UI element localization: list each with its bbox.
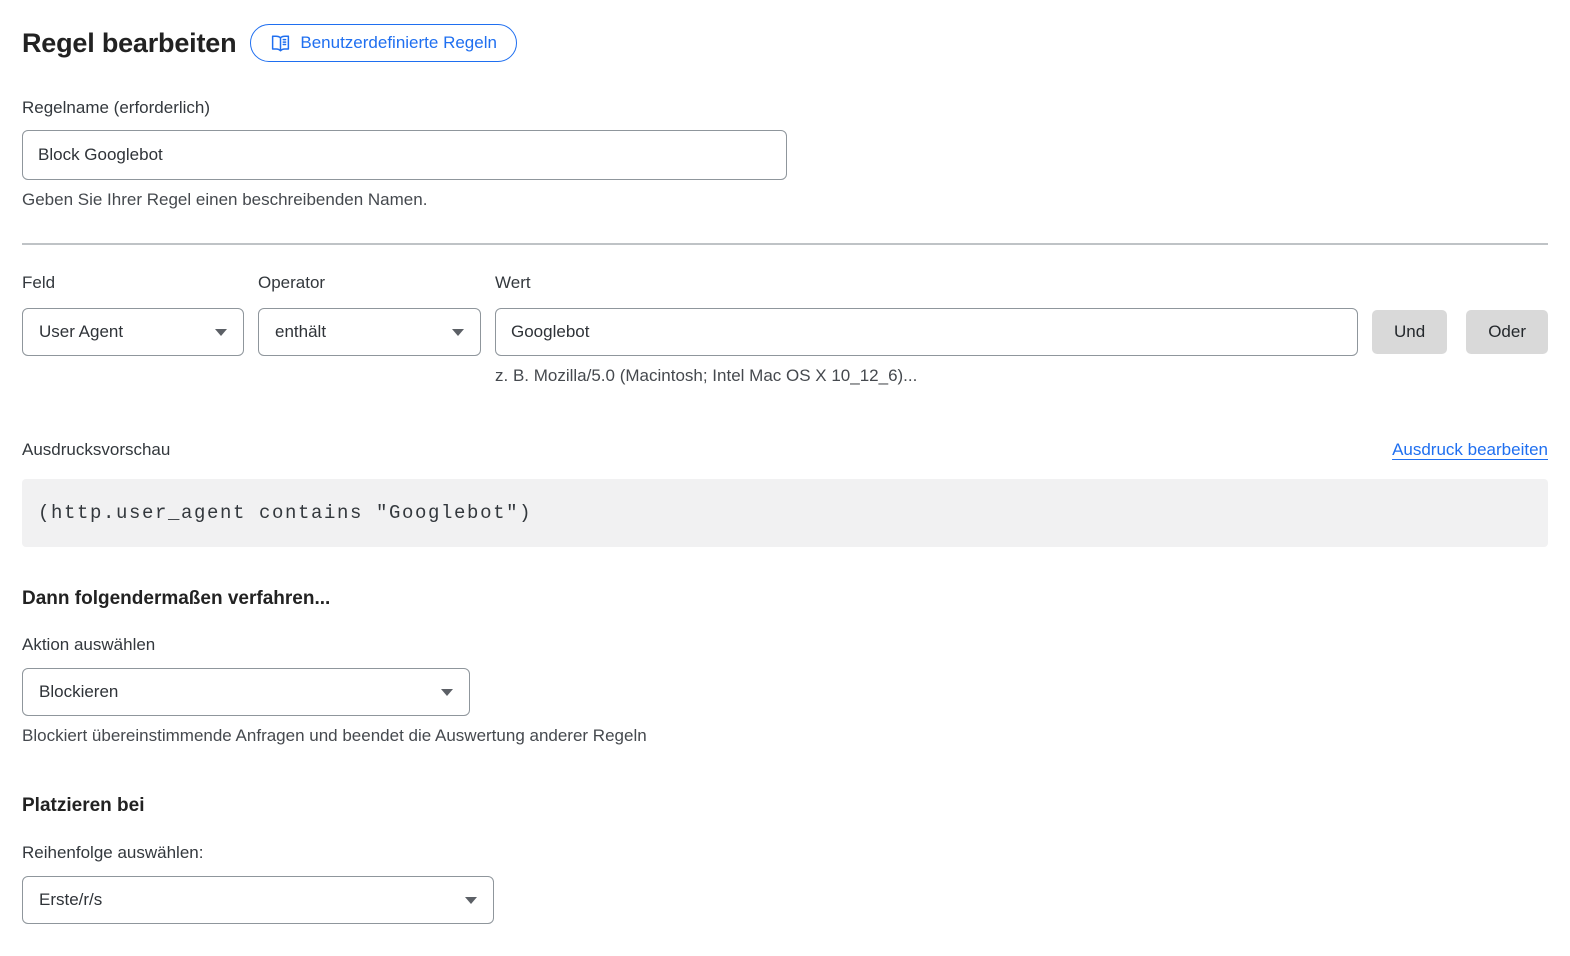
field-column: Feld User Agent	[22, 273, 244, 356]
rule-name-input[interactable]	[22, 130, 787, 180]
placement-section-heading: Platzieren bei	[22, 795, 1548, 817]
rule-name-help: Geben Sie Ihrer Regel einen beschreibend…	[22, 190, 1548, 210]
rule-name-label: Regelname (erforderlich)	[22, 98, 1548, 118]
custom-rules-badge-button[interactable]: Benutzerdefinierte Regeln	[250, 24, 517, 62]
action-help: Blockiert übereinstimmende Anfragen und …	[22, 726, 1548, 746]
custom-rules-badge-label: Benutzerdefinierte Regeln	[300, 33, 497, 53]
page-header: Regel bearbeiten Benutzerdefinierte Rege…	[22, 24, 1548, 62]
placement-order-select[interactable]: Erste/r/s	[22, 876, 494, 924]
caret-down-icon	[452, 329, 464, 336]
field-select-value: User Agent	[39, 322, 123, 342]
condition-row: Feld User Agent Operator enthält Wert z.…	[22, 273, 1548, 386]
operator-select[interactable]: enthält	[258, 308, 481, 356]
open-book-icon	[270, 33, 291, 54]
action-select-value: Blockieren	[39, 682, 118, 702]
field-label: Feld	[22, 273, 244, 293]
value-column: Wert z. B. Mozilla/5.0 (Macintosh; Intel…	[495, 273, 1358, 386]
caret-down-icon	[465, 897, 477, 904]
action-section-heading: Dann folgendermaßen verfahren...	[22, 588, 1548, 610]
value-input[interactable]	[495, 308, 1358, 356]
placement-label: Reihenfolge auswählen:	[22, 843, 1548, 863]
operator-column: Operator enthält	[258, 273, 481, 356]
or-button[interactable]: Oder	[1466, 310, 1548, 354]
action-section: Dann folgendermaßen verfahren... Aktion …	[22, 588, 1548, 746]
section-divider	[22, 243, 1548, 245]
operator-label: Operator	[258, 273, 481, 293]
placement-select-value: Erste/r/s	[39, 890, 102, 910]
value-help: z. B. Mozilla/5.0 (Macintosh; Intel Mac …	[495, 366, 1358, 386]
page-title: Regel bearbeiten	[22, 28, 236, 59]
edit-expression-link[interactable]: Ausdruck bearbeiten	[1392, 440, 1548, 460]
connector-buttons: Und Oder	[1372, 273, 1548, 354]
expression-header-row: Ausdrucksvorschau Ausdruck bearbeiten	[22, 440, 1548, 460]
caret-down-icon	[441, 689, 453, 696]
expression-code: (http.user_agent contains "Googlebot")	[38, 502, 532, 524]
placement-section: Platzieren bei Reihenfolge auswählen: Er…	[22, 795, 1548, 924]
edit-rule-page: Regel bearbeiten Benutzerdefinierte Rege…	[0, 0, 1570, 954]
value-label: Wert	[495, 273, 1358, 293]
expression-preview-label: Ausdrucksvorschau	[22, 440, 170, 460]
field-select[interactable]: User Agent	[22, 308, 244, 356]
expression-preview-box: (http.user_agent contains "Googlebot")	[22, 479, 1548, 547]
action-select[interactable]: Blockieren	[22, 668, 470, 716]
rule-name-group: Regelname (erforderlich) Geben Sie Ihrer…	[22, 98, 1548, 210]
action-label: Aktion auswählen	[22, 635, 1548, 655]
caret-down-icon	[215, 329, 227, 336]
operator-select-value: enthält	[275, 322, 326, 342]
and-button[interactable]: Und	[1372, 310, 1447, 354]
